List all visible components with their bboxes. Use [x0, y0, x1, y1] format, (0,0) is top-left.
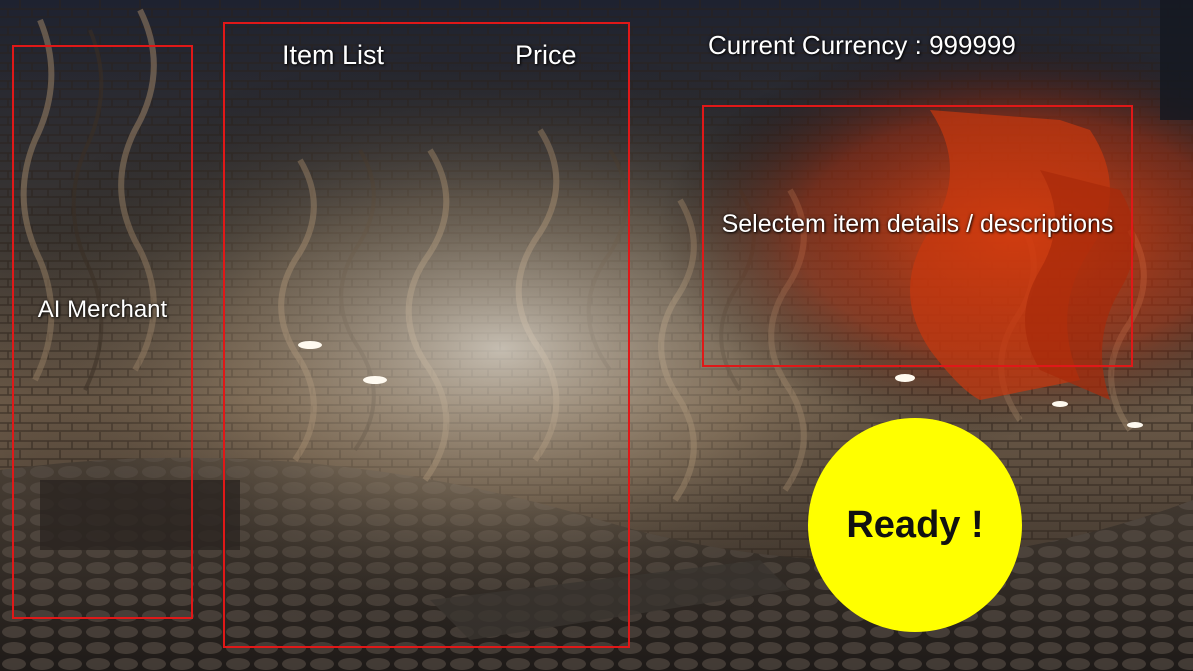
game-scene: AI Merchant Item List Price Current Curr…	[0, 0, 1193, 671]
currency-display: Current Currency : 999999	[708, 30, 1016, 60]
item-details-label: Selectem item details / descriptions	[721, 210, 1114, 238]
ready-button[interactable]: Ready !	[808, 418, 1022, 632]
ai-merchant-label: AI Merchant	[37, 296, 168, 323]
ai-merchant-panel	[12, 45, 193, 619]
item-list-panel[interactable]	[223, 22, 630, 648]
ready-button-label: Ready !	[846, 503, 984, 546]
item-list-header: Item List	[282, 40, 385, 70]
price-header: Price	[515, 40, 577, 70]
